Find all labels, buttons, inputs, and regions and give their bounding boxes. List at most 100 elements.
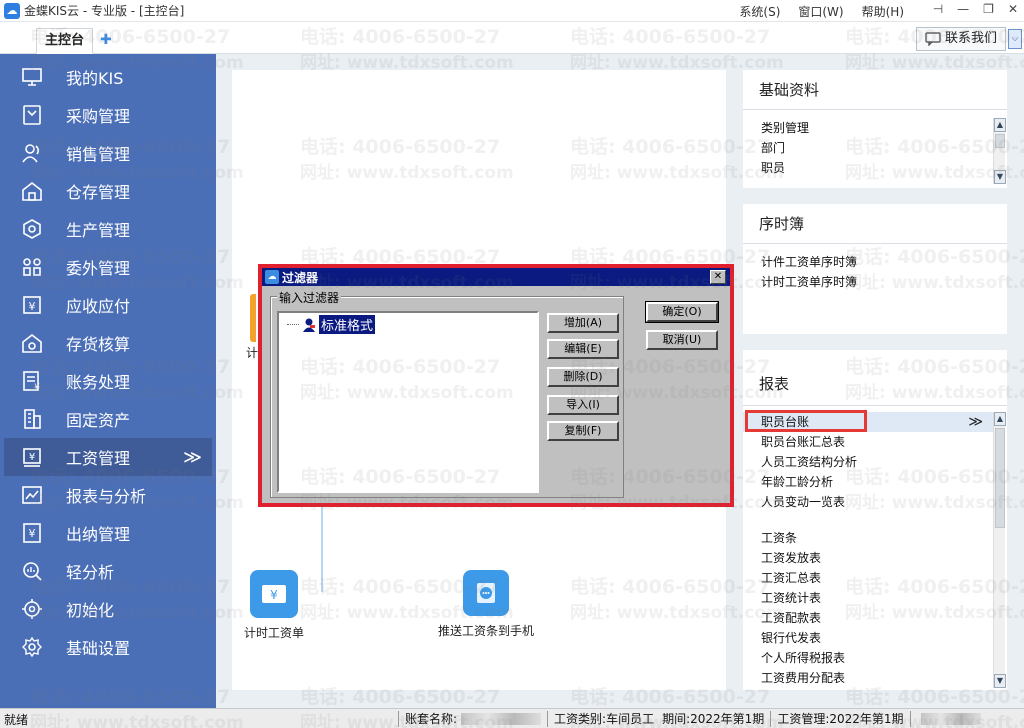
hourly-wage-label: 计时工资单 bbox=[244, 626, 305, 640]
filter-input-group: 输入过滤器 标准格式 增加(A) 编辑(E) 删除(D) 导入(I) 复制(F) bbox=[270, 289, 624, 498]
sidebar-item-12[interactable]: ¥ 出纳管理 bbox=[0, 514, 216, 552]
production-icon bbox=[20, 218, 44, 240]
sidebar-item-1[interactable]: 采购管理 bbox=[0, 96, 216, 134]
list-item[interactable]: 工资发放表 bbox=[761, 548, 845, 568]
menu-window[interactable]: 窗口(W) bbox=[798, 3, 843, 20]
sidebar-item-6[interactable]: ¥ 应收应付 bbox=[0, 286, 216, 324]
sidebar-item-9[interactable]: 固定资产 bbox=[0, 400, 216, 438]
accounting-icon: ¥ bbox=[20, 370, 44, 392]
sidebar-item-2[interactable]: 销售管理 bbox=[0, 134, 216, 172]
add-tab-icon[interactable]: ✚ bbox=[100, 32, 112, 48]
sidebar-item-11[interactable]: 报表与分析 bbox=[0, 476, 216, 514]
list-item[interactable]: 工资统计表 bbox=[761, 588, 845, 608]
filter-edit-button[interactable]: 编辑(E) bbox=[547, 339, 619, 359]
list-item[interactable]: 工资汇总表 bbox=[761, 568, 845, 588]
flow-node-push-payslip[interactable]: 推送工资条到手机 bbox=[438, 570, 534, 639]
list-item[interactable]: 人员变动一览表 bbox=[761, 492, 857, 512]
list-item[interactable]: 银行代发表 bbox=[761, 628, 845, 648]
outsource-icon bbox=[20, 256, 44, 278]
close-button[interactable]: ✕ bbox=[1008, 2, 1018, 16]
filter-group-label: 输入过滤器 bbox=[277, 289, 342, 306]
sidebar-item-8[interactable]: ¥ 账务处理 bbox=[0, 362, 216, 400]
init-icon bbox=[20, 598, 44, 620]
sidebar-item-label: 轻分析 bbox=[66, 563, 115, 582]
scroll-thumb[interactable] bbox=[995, 428, 1005, 528]
list-item[interactable]: 个人所得税报表 bbox=[761, 648, 845, 668]
sidebar-item-label: 工资管理 bbox=[66, 449, 131, 468]
basic-info-list: 类别管理 部门 职员 币别 bbox=[743, 110, 1007, 180]
pin-icon[interactable]: ⊣ bbox=[933, 2, 943, 16]
scroll-down-icon[interactable]: ▼ bbox=[994, 674, 1006, 688]
tab-main-console[interactable]: 主控台 bbox=[36, 28, 94, 54]
dialog-title-bar[interactable]: ☁ 过滤器 ✕ bbox=[262, 268, 730, 286]
sidebar-item-10[interactable]: ¥ 工资管理 ≫ bbox=[4, 438, 212, 476]
sidebar-item-label: 固定资产 bbox=[66, 411, 131, 430]
user-icon bbox=[303, 318, 315, 332]
list-item[interactable]: 年龄工龄分析 bbox=[761, 472, 857, 492]
basic-info-scrollbar[interactable]: ▲ ▼ bbox=[993, 118, 1006, 184]
filter-copy-button[interactable]: 复制(F) bbox=[547, 421, 619, 441]
flow-node-partial-icon[interactable] bbox=[250, 294, 256, 342]
menu-system[interactable]: 系统(S) bbox=[739, 3, 780, 20]
sidebar-item-7[interactable]: 存货核算 bbox=[0, 324, 216, 362]
message-icon bbox=[925, 32, 941, 46]
cancel-button[interactable]: 取消(U) bbox=[646, 330, 718, 350]
flow-node-hourly-wage[interactable]: ¥ 计时工资单 bbox=[244, 570, 304, 641]
status-salary-mgmt: 工资管理:2022年第1期 bbox=[777, 712, 904, 726]
filter-delete-button[interactable]: 删除(D) bbox=[547, 367, 619, 387]
list-item[interactable]: 计件工资单序时簿 bbox=[761, 252, 1007, 272]
panel-reports: 报表 ≫ 职员台账 职员台账汇总表 人员工资结构分析 年龄工龄分析 人员变动一览… bbox=[743, 350, 1007, 690]
list-item[interactable]: 职员台账汇总表 bbox=[761, 432, 857, 452]
restore-button[interactable]: ❐ bbox=[983, 2, 994, 16]
filter-item-standard[interactable]: 标准格式 bbox=[287, 314, 377, 335]
scroll-down-icon[interactable]: ▼ bbox=[994, 170, 1006, 184]
sidebar-item-3[interactable]: 仓存管理 bbox=[0, 172, 216, 210]
sidebar-item-label: 委外管理 bbox=[66, 259, 131, 278]
menu-help[interactable]: 帮助(H) bbox=[862, 3, 904, 20]
list-item[interactable]: 币别 bbox=[761, 178, 1007, 180]
expand-chevron-icon[interactable]: ≫ bbox=[968, 412, 983, 432]
filter-add-button[interactable]: 增加(A) bbox=[547, 313, 619, 333]
sidebar-item-15[interactable]: 基础设置 bbox=[0, 628, 216, 666]
status-separator bbox=[770, 710, 772, 727]
filter-import-button[interactable]: 导入(I) bbox=[547, 395, 619, 415]
reports-list-group2: 工资条 工资发放表 工资汇总表 工资统计表 工资配款表 银行代发表 个人所得税报… bbox=[743, 528, 845, 688]
sales-icon bbox=[20, 142, 44, 164]
collapse-toggle[interactable]: ⌵ bbox=[1008, 29, 1022, 49]
sidebar-item-4[interactable]: 生产管理 bbox=[0, 210, 216, 248]
contact-us-label: 联系我们 bbox=[944, 31, 997, 46]
sidebar-item-label: 应收应付 bbox=[66, 297, 131, 316]
minimize-button[interactable]: — bbox=[957, 2, 969, 16]
sidebar-item-5[interactable]: 委外管理 bbox=[0, 248, 216, 286]
list-item[interactable]: 类别管理 bbox=[761, 118, 1007, 138]
list-item[interactable]: 工资配款表 bbox=[761, 608, 845, 628]
asset-icon bbox=[20, 408, 44, 430]
contact-us-button[interactable]: 联系我们 bbox=[915, 27, 1006, 51]
status-period: 期间:2022年第1期 bbox=[662, 712, 765, 726]
reports-scrollbar[interactable]: ▲ ▼ bbox=[993, 412, 1006, 688]
svg-text:¥: ¥ bbox=[29, 527, 36, 540]
scroll-up-icon[interactable]: ▲ bbox=[994, 118, 1006, 132]
list-item[interactable]: 工资条 bbox=[761, 528, 845, 548]
menu-bar: 系统(S) 窗口(W) 帮助(H) bbox=[739, 3, 904, 20]
expand-chevron-icon[interactable]: ≫ bbox=[183, 447, 202, 468]
window-title: 金蝶KIS云 - 专业版 - [主控台] bbox=[24, 4, 185, 18]
list-item[interactable]: 职员 bbox=[761, 158, 1007, 178]
list-item[interactable]: 工资费用分配表 bbox=[761, 668, 845, 688]
list-item[interactable]: 部门 bbox=[761, 138, 1007, 158]
sidebar-item-14[interactable]: 初始化 bbox=[0, 590, 216, 628]
push-payslip-icon bbox=[463, 570, 509, 616]
list-item[interactable]: 人员工资结构分析 bbox=[761, 452, 857, 472]
scroll-thumb[interactable] bbox=[995, 134, 1005, 148]
purchase-icon bbox=[20, 104, 44, 126]
sidebar-item-0[interactable]: 我的KIS bbox=[0, 58, 216, 96]
list-item[interactable]: 计时工资单序时簿 bbox=[761, 272, 1007, 292]
warehouse-icon bbox=[20, 180, 44, 202]
sidebar-item-13[interactable]: 轻分析 bbox=[0, 552, 216, 590]
sidebar-item-label: 采购管理 bbox=[66, 107, 131, 126]
list-item[interactable]: 职员台账 bbox=[761, 412, 857, 432]
dialog-close-button[interactable]: ✕ bbox=[710, 270, 726, 284]
scroll-up-icon[interactable]: ▲ bbox=[994, 412, 1006, 426]
filter-list[interactable]: 标准格式 bbox=[277, 311, 539, 493]
ok-button[interactable]: 确定(O) bbox=[645, 301, 719, 323]
